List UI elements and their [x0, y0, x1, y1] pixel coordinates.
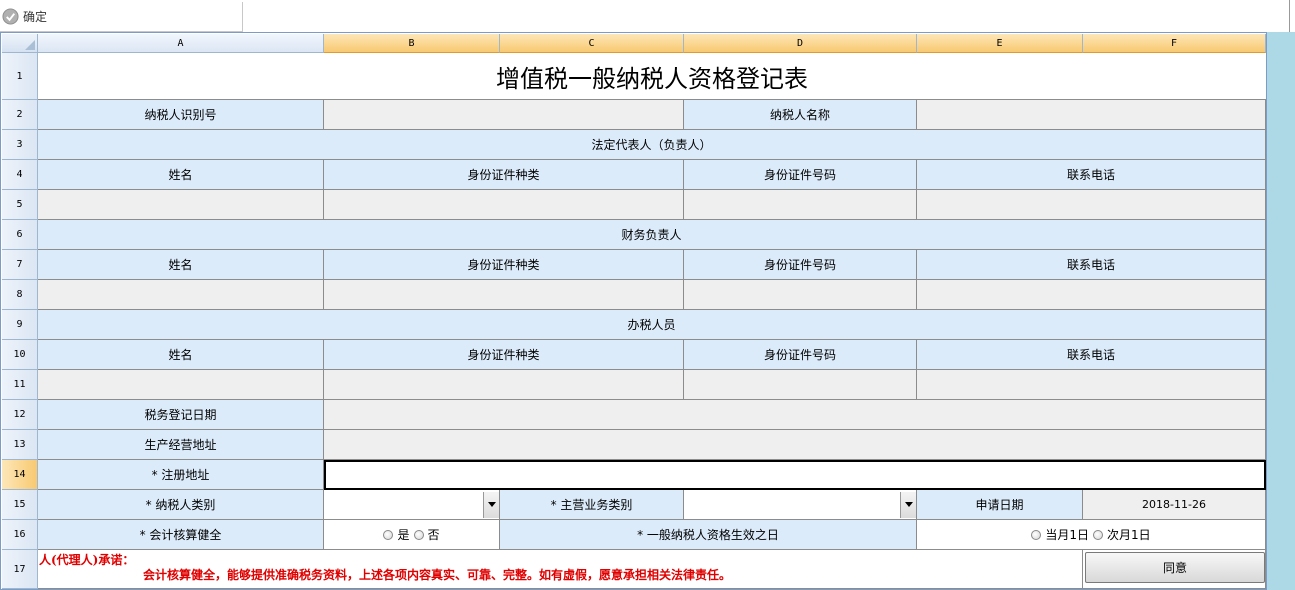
form-title: 增值税一般纳税人资格登记表	[38, 53, 1266, 100]
legal-rep-phone-header: 联系电话	[917, 160, 1266, 190]
biz-address-field[interactable]	[324, 430, 1266, 460]
finance-id-number-field[interactable]	[684, 280, 917, 310]
finance-id-type-field[interactable]	[324, 280, 684, 310]
finance-name-header: 姓名	[38, 250, 324, 280]
toolbar-edge	[1289, 0, 1295, 32]
main-biz-type-select[interactable]	[684, 490, 917, 520]
finance-id-number-header: 身份证件号码	[684, 250, 917, 280]
main-biz-type-label: * 主营业务类别	[500, 490, 684, 520]
accounting-label: * 会计核算健全	[38, 520, 324, 550]
reg-address-label: * 注册地址	[38, 460, 324, 490]
taxpayer-type-label: * 纳税人类别	[38, 490, 324, 520]
agree-button[interactable]: 同意	[1085, 552, 1265, 583]
row-header-1[interactable]: 1	[2, 53, 38, 100]
row-header-15[interactable]: 15	[2, 490, 38, 520]
taxpayer-name-label: 纳税人名称	[684, 100, 917, 130]
tax-staff-name-header: 姓名	[38, 340, 324, 370]
toolbar: 确定	[0, 0, 1295, 32]
legal-rep-id-type-field[interactable]	[324, 190, 684, 220]
row-header-2[interactable]: 2	[2, 100, 38, 130]
promise-block: 人(代理人)承诺： 会计核算健全，能够提供准确税务资料，上述各项内容真实、可靠、…	[38, 550, 1083, 589]
tax-reg-date-field[interactable]	[324, 400, 1266, 430]
column-header-a[interactable]: A	[38, 34, 324, 53]
finance-section: 财务负责人	[38, 220, 1266, 250]
finance-name-field[interactable]	[38, 280, 324, 310]
select-all-corner[interactable]	[2, 34, 38, 53]
legal-rep-id-number-header: 身份证件号码	[684, 160, 917, 190]
tax-staff-phone-header: 联系电话	[917, 340, 1266, 370]
column-header-b[interactable]: B	[324, 34, 500, 53]
legal-rep-name-header: 姓名	[38, 160, 324, 190]
tax-staff-id-type-field[interactable]	[324, 370, 684, 400]
row-header-8[interactable]: 8	[2, 280, 38, 310]
accounting-yes-radio[interactable]	[383, 529, 394, 540]
column-header-d[interactable]: D	[684, 34, 917, 53]
row-header-3[interactable]: 3	[2, 130, 38, 160]
row-header-5[interactable]: 5	[2, 190, 38, 220]
check-circle-icon	[2, 7, 19, 25]
effective-next-month-radio[interactable]	[1093, 529, 1103, 540]
tax-staff-name-field[interactable]	[38, 370, 324, 400]
accounting-no-label: 否	[427, 528, 440, 542]
finance-phone-field[interactable]	[917, 280, 1266, 310]
column-header-c[interactable]: C	[500, 34, 684, 53]
effective-this-month-radio[interactable]	[1031, 529, 1042, 540]
biz-address-label: 生产经营地址	[38, 430, 324, 460]
legal-rep-id-number-field[interactable]	[684, 190, 917, 220]
row-header-6[interactable]: 6	[2, 220, 38, 250]
accounting-no-radio[interactable]	[413, 529, 424, 540]
apply-date-label: 申请日期	[917, 490, 1083, 520]
tax-reg-date-label: 税务登记日期	[38, 400, 324, 430]
row-header-11[interactable]: 11	[2, 370, 38, 400]
taxpayer-id-label: 纳税人识别号	[38, 100, 324, 130]
confirm-button[interactable]: 确定	[2, 6, 47, 26]
reg-address-field[interactable]	[324, 460, 1266, 490]
row-header-14[interactable]: 14	[2, 460, 38, 490]
promise-text: 会计核算健全，能够提供准确税务资料，上述各项内容真实、可靠、完整。如有虚假，愿意…	[143, 568, 732, 582]
row-header-10[interactable]: 10	[2, 340, 38, 370]
spreadsheet-area: A B C D E F 1 2 3 4 5 6 7 8 9 10 11 12 1…	[0, 32, 1295, 590]
chevron-down-icon[interactable]	[900, 491, 916, 518]
confirm-label: 确定	[23, 9, 48, 24]
row-header-4[interactable]: 4	[2, 160, 38, 190]
row-header-12[interactable]: 12	[2, 400, 38, 430]
column-header-e[interactable]: E	[917, 34, 1083, 53]
accounting-yes-label: 是	[397, 528, 410, 542]
tax-staff-phone-field[interactable]	[917, 370, 1266, 400]
promise-title: 人(代理人)承诺：	[39, 553, 135, 567]
spreadsheet-grid: A B C D E F 1 2 3 4 5 6 7 8 9 10 11 12 1…	[0, 32, 1267, 590]
chevron-down-icon[interactable]	[483, 491, 499, 518]
column-header-f[interactable]: F	[1083, 34, 1266, 53]
row-header-13[interactable]: 13	[2, 430, 38, 460]
legal-rep-section: 法定代表人（负责人）	[38, 130, 1266, 160]
apply-date-value[interactable]: 2018-11-26	[1083, 490, 1266, 520]
row-header-9[interactable]: 9	[2, 310, 38, 340]
effective-radio-group: 当月1日 次月1日	[917, 520, 1266, 550]
finance-phone-header: 联系电话	[917, 250, 1266, 280]
tax-staff-id-number-field[interactable]	[684, 370, 917, 400]
row-header-16[interactable]: 16	[2, 520, 38, 550]
legal-rep-id-type-header: 身份证件种类	[324, 160, 684, 190]
finance-id-type-header: 身份证件种类	[324, 250, 684, 280]
legal-rep-phone-field[interactable]	[917, 190, 1266, 220]
taxpayer-type-select[interactable]	[324, 490, 500, 520]
taxpayer-name-field[interactable]	[917, 100, 1266, 130]
row-header-7[interactable]: 7	[2, 250, 38, 280]
accounting-radio-group: 是 否	[324, 520, 500, 550]
tax-staff-id-number-header: 身份证件号码	[684, 340, 917, 370]
effective-next-month-label: 次月1日	[1107, 528, 1151, 542]
effective-this-month-label: 当月1日	[1045, 528, 1089, 542]
tax-staff-section: 办税人员	[38, 310, 1266, 340]
tax-staff-id-type-header: 身份证件种类	[324, 340, 684, 370]
row-header-17[interactable]: 17	[2, 550, 38, 589]
taxpayer-id-field[interactable]	[324, 100, 684, 130]
effective-date-label: * 一般纳税人资格生效之日	[500, 520, 917, 550]
legal-rep-name-field[interactable]	[38, 190, 324, 220]
